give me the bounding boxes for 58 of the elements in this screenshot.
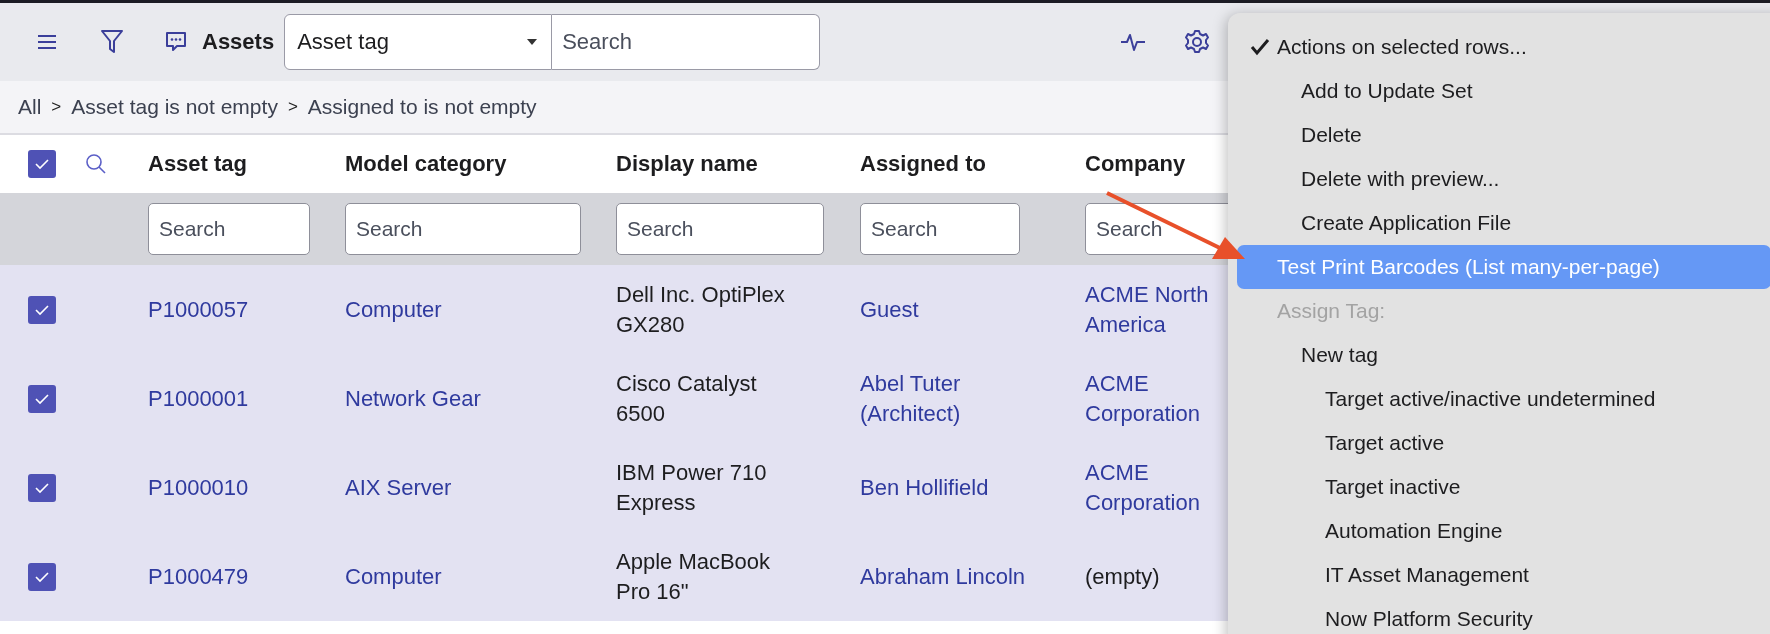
menu-icon[interactable]: [36, 33, 58, 51]
row-checkbox[interactable]: [28, 295, 56, 324]
select-all-checkbox[interactable]: [28, 150, 56, 178]
cell-link[interactable]: Abraham Lincoln: [860, 561, 1026, 592]
cell-link[interactable]: P1000001: [148, 383, 249, 414]
filter-icon[interactable]: [100, 29, 124, 55]
table-cell-text: IBM Power 710 Express: [616, 458, 768, 517]
breadcrumb-link[interactable]: All: [18, 95, 42, 119]
breadcrumb-separator: >: [51, 97, 62, 117]
row-checkbox[interactable]: [28, 384, 56, 413]
search-field[interactable]: Search: [552, 14, 821, 70]
cell-link[interactable]: P1000479: [148, 561, 249, 592]
column-header[interactable]: Model category: [345, 151, 507, 176]
table-cell-text: (empty): [1085, 562, 1160, 591]
field-select[interactable]: Asset tag: [284, 14, 553, 70]
checkmark-icon: [34, 570, 50, 583]
breadcrumb-separator: >: [287, 97, 298, 117]
cell-link[interactable]: P1000010: [148, 472, 249, 503]
table-cell-text: Cisco Catalyst 6500: [616, 369, 758, 428]
cell-link[interactable]: Ben Hollifield: [860, 472, 989, 503]
checkmark-icon: [34, 392, 50, 405]
caret-icon: [527, 39, 538, 45]
checkmark-icon: [34, 303, 50, 316]
column-header[interactable]: Company: [1085, 151, 1186, 176]
column-header[interactable]: Asset tag: [148, 151, 248, 176]
cell-link[interactable]: ACME Corporation: [1085, 457, 1213, 518]
row-checkbox[interactable]: [28, 562, 56, 591]
column-search-field[interactable]: Search: [345, 203, 581, 255]
cell-link[interactable]: ACME North America: [1085, 279, 1213, 340]
column-header[interactable]: Display name: [616, 151, 758, 176]
table-cell-text: Apple MacBook Pro 16": [616, 547, 772, 606]
settings-icon[interactable]: [1184, 29, 1210, 55]
column-search-field[interactable]: Search: [148, 203, 310, 255]
cell-link[interactable]: AIX Server: [345, 472, 452, 503]
checkmark-icon: [34, 481, 50, 494]
menu-item[interactable]: Actions on selected rows...: [1237, 25, 1770, 69]
column-search-field[interactable]: Search: [860, 203, 1020, 255]
cell-link[interactable]: Guest: [860, 294, 919, 325]
table-cell-text: Dell Inc. OptiPlex GX280: [616, 280, 786, 339]
cell-link[interactable]: Abel Tuter (Architect): [860, 368, 1035, 429]
column-search-field[interactable]: Search: [616, 203, 824, 255]
menu-item[interactable]: Add to Update Set: [1237, 69, 1770, 113]
breadcrumb-link[interactable]: Asset tag is not empty: [71, 95, 278, 119]
list-title: Assets: [202, 29, 275, 55]
cell-link[interactable]: Network Gear: [345, 383, 481, 414]
cell-link[interactable]: Computer: [345, 561, 442, 592]
menu-item[interactable]: Delete: [1237, 113, 1770, 157]
column-header[interactable]: Assigned to: [860, 151, 986, 176]
row-checkbox[interactable]: [28, 473, 56, 502]
cell-link[interactable]: P1000057: [148, 294, 249, 325]
menu-item[interactable]: Delete with preview...: [1237, 157, 1770, 201]
checkmark-icon: [34, 158, 50, 170]
breadcrumb-link[interactable]: Assigned to is not empty: [307, 95, 537, 119]
search-icon[interactable]: [85, 153, 107, 175]
activity-icon[interactable]: [1120, 31, 1146, 53]
cell-link[interactable]: ACME Corporation: [1085, 368, 1213, 429]
cell-link[interactable]: Computer: [345, 294, 442, 325]
chat-icon[interactable]: [164, 30, 188, 54]
